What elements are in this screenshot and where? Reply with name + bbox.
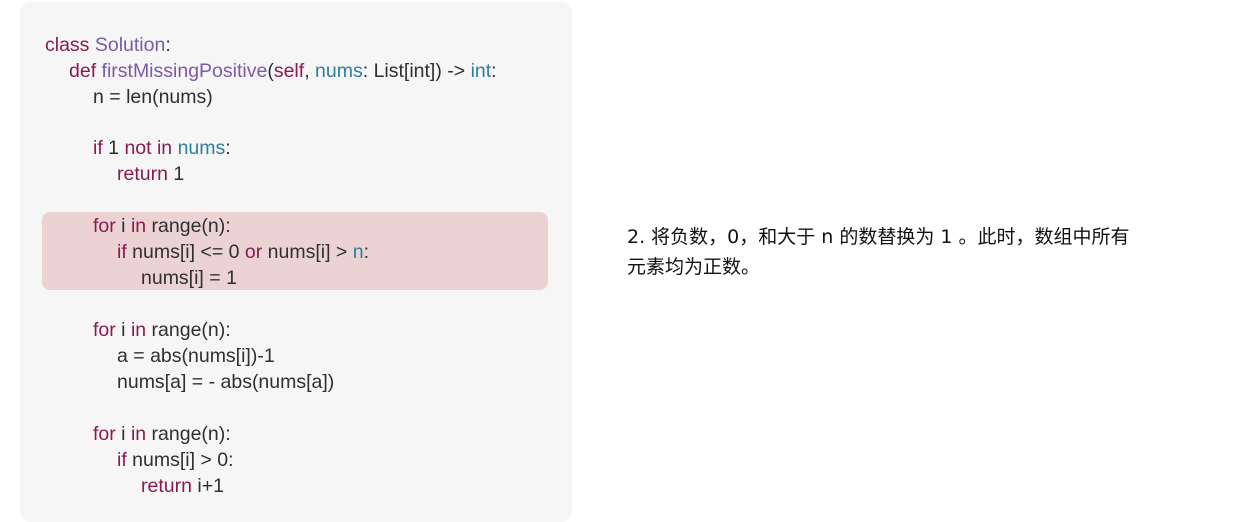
expression: nums[i] <= 0 bbox=[126, 241, 245, 263]
keyword: not in bbox=[124, 137, 173, 159]
code-line-if-condition: if nums[i] <= 0 or nums[i] > n: bbox=[117, 239, 369, 265]
number: 1 bbox=[167, 163, 185, 185]
function-name: firstMissingPositive bbox=[101, 60, 268, 82]
code-line-a-assign: a = abs(nums[i])-1 bbox=[117, 345, 275, 367]
keyword: def bbox=[69, 60, 97, 82]
punct: : bbox=[225, 137, 231, 159]
param-self: self bbox=[273, 60, 305, 82]
punct: , bbox=[304, 60, 316, 82]
expression: range(n): bbox=[146, 423, 231, 445]
code-line-for-2: for i in range(n): bbox=[93, 317, 231, 343]
expression: range(n): bbox=[146, 215, 231, 237]
code-line-class: class Solution: bbox=[45, 32, 171, 58]
punct: : bbox=[363, 241, 370, 263]
explanation-line-1: 2. 将负数，0，和大于 n 的数替换为 1 。此时，数组中所有 bbox=[627, 226, 1130, 248]
code-line-assign-1: nums[i] = 1 bbox=[141, 267, 237, 289]
explanation-text: 2. 将负数，0，和大于 n 的数替换为 1 。此时，数组中所有 元素均为正数。 bbox=[627, 222, 1227, 282]
return-type: int bbox=[470, 60, 492, 82]
variable: i bbox=[115, 423, 131, 445]
code-line-n-assign: n = len(nums) bbox=[93, 86, 213, 108]
punct: ) -> bbox=[435, 60, 471, 82]
code-line-for-1: for i in range(n): bbox=[93, 213, 231, 239]
code-line-if-positive: if nums[i] > 0: bbox=[117, 447, 234, 473]
code-line-def: def firstMissingPositive(self, nums: Lis… bbox=[69, 58, 497, 84]
code-line-negate: nums[a] = - abs(nums[a]) bbox=[117, 371, 335, 393]
keyword: or bbox=[244, 241, 263, 263]
keyword: in bbox=[130, 215, 147, 237]
keyword: return bbox=[117, 163, 168, 185]
expression: nums[i] > 0: bbox=[126, 449, 234, 471]
keyword: return bbox=[141, 475, 192, 497]
code-line-return-1: return 1 bbox=[117, 161, 184, 187]
keyword: for bbox=[93, 215, 116, 237]
punct: : bbox=[165, 34, 171, 56]
keyword: in bbox=[130, 319, 147, 341]
param-nums: nums bbox=[315, 60, 363, 82]
variable: nums bbox=[177, 137, 226, 159]
expression: nums[i] > bbox=[262, 241, 353, 263]
number: 1 bbox=[102, 137, 125, 159]
punct: : bbox=[362, 60, 374, 82]
keyword: if bbox=[93, 137, 103, 159]
expression: range(n): bbox=[146, 319, 231, 341]
punct: : bbox=[491, 60, 497, 82]
variable: n bbox=[352, 241, 364, 263]
keyword: in bbox=[130, 423, 147, 445]
code-line-for-3: for i in range(n): bbox=[93, 421, 231, 447]
class-name: Solution bbox=[94, 34, 166, 56]
keyword: if bbox=[117, 449, 127, 471]
expression: i+1 bbox=[191, 475, 224, 497]
keyword: for bbox=[93, 319, 116, 341]
param-type: List[int] bbox=[373, 60, 436, 82]
explanation-line-2: 元素均为正数。 bbox=[627, 256, 761, 278]
code-line-return-i: return i+1 bbox=[141, 473, 224, 499]
keyword: for bbox=[93, 423, 116, 445]
keyword: class bbox=[45, 34, 90, 56]
keyword: if bbox=[117, 241, 127, 263]
code-line-if-not-in: if 1 not in nums: bbox=[93, 135, 231, 161]
variable: i bbox=[115, 319, 131, 341]
variable: i bbox=[115, 215, 131, 237]
